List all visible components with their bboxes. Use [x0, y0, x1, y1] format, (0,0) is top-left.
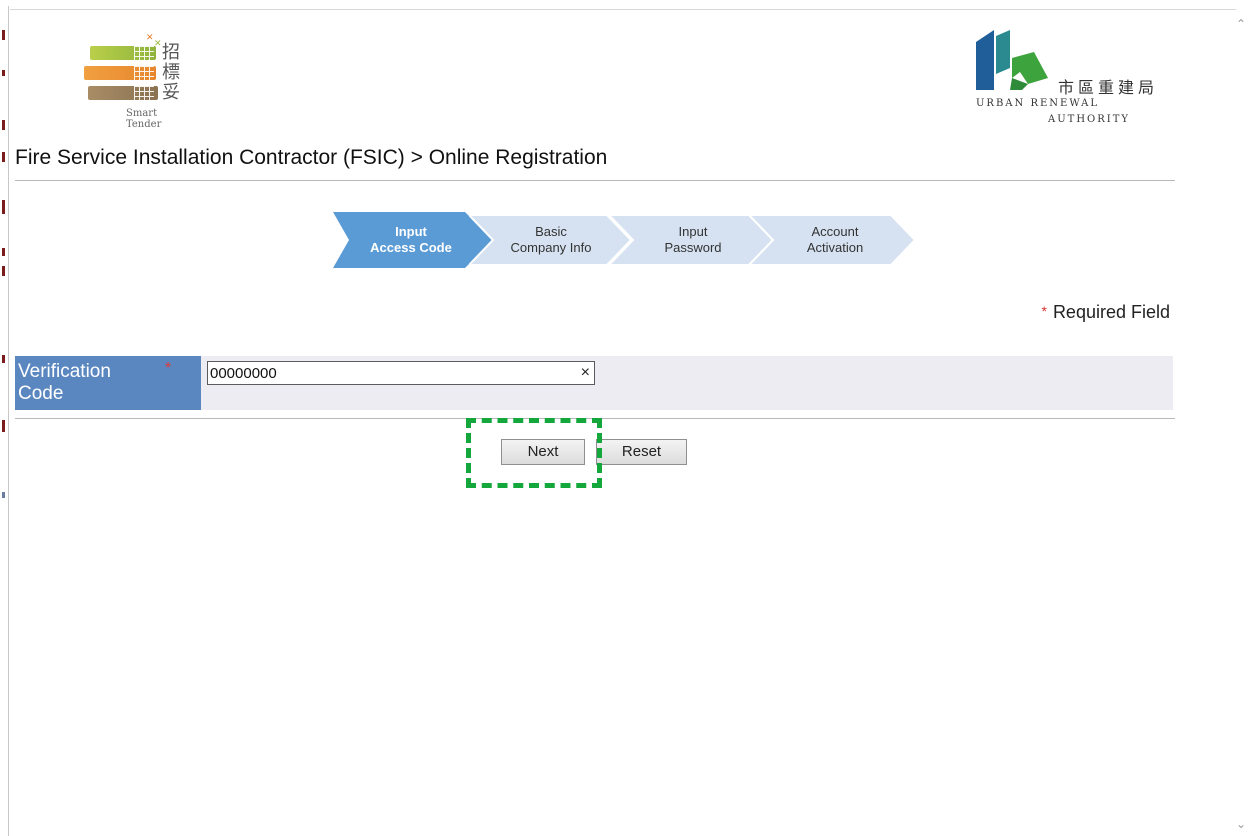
ura-logo: 市區重建局 URBAN RENEWAL AUTHORITY: [972, 28, 1172, 128]
ura-chinese-name: 市區重建局: [1058, 78, 1159, 97]
logo-char: 妥: [162, 82, 180, 103]
scroll-down-icon[interactable]: ⌄: [1236, 818, 1246, 830]
step-label: Access Code: [370, 240, 452, 255]
required-asterisk: *: [1041, 303, 1047, 319]
verification-code-field[interactable]: ×: [207, 361, 595, 385]
logo-char: 標: [162, 62, 180, 83]
verification-code-row: Verification Code * ×: [15, 356, 1173, 410]
step-label: Password: [664, 240, 722, 255]
ura-english-line1: URBAN RENEWAL: [976, 98, 1099, 109]
vertical-scrollbar[interactable]: ⌃ ⌄: [1233, 10, 1250, 836]
logo-subtitle: Smart Tender: [126, 108, 162, 130]
reset-button[interactable]: Reset: [596, 439, 687, 465]
label-line: Code: [18, 383, 64, 404]
verification-code-input[interactable]: [210, 363, 570, 383]
step-label: Input: [395, 224, 427, 239]
step-label: Basic: [535, 224, 567, 239]
top-border: [8, 9, 1236, 10]
required-asterisk: *: [165, 360, 172, 377]
clear-icon[interactable]: ×: [581, 363, 590, 383]
scroll-up-icon[interactable]: ⌃: [1236, 18, 1246, 30]
ura-english-line2: AUTHORITY: [1048, 114, 1130, 125]
registration-steps: Input Access Code Basic Company Info Inp…: [333, 212, 923, 268]
window-left-edge: [0, 0, 10, 836]
step-label: Company Info: [510, 240, 592, 255]
step-label: Account: [811, 224, 859, 239]
label-line: Verification: [18, 361, 111, 382]
required-field-note: * Required Field: [1041, 302, 1170, 323]
ura-emblem-icon: [976, 30, 1048, 90]
step-label: Activation: [806, 240, 864, 255]
required-field-text: Required Field: [1052, 302, 1170, 322]
step-label: Input: [678, 224, 708, 239]
page-title: Fire Service Installation Contractor (FS…: [15, 146, 608, 169]
verification-code-label: Verification Code *: [15, 356, 201, 410]
logo-char: 招: [162, 42, 180, 63]
smart-tender-logo: ✕ ✕ 招 標 妥 Smart Tender: [84, 32, 194, 130]
divider: [15, 180, 1175, 181]
next-button-highlight: [466, 418, 602, 488]
